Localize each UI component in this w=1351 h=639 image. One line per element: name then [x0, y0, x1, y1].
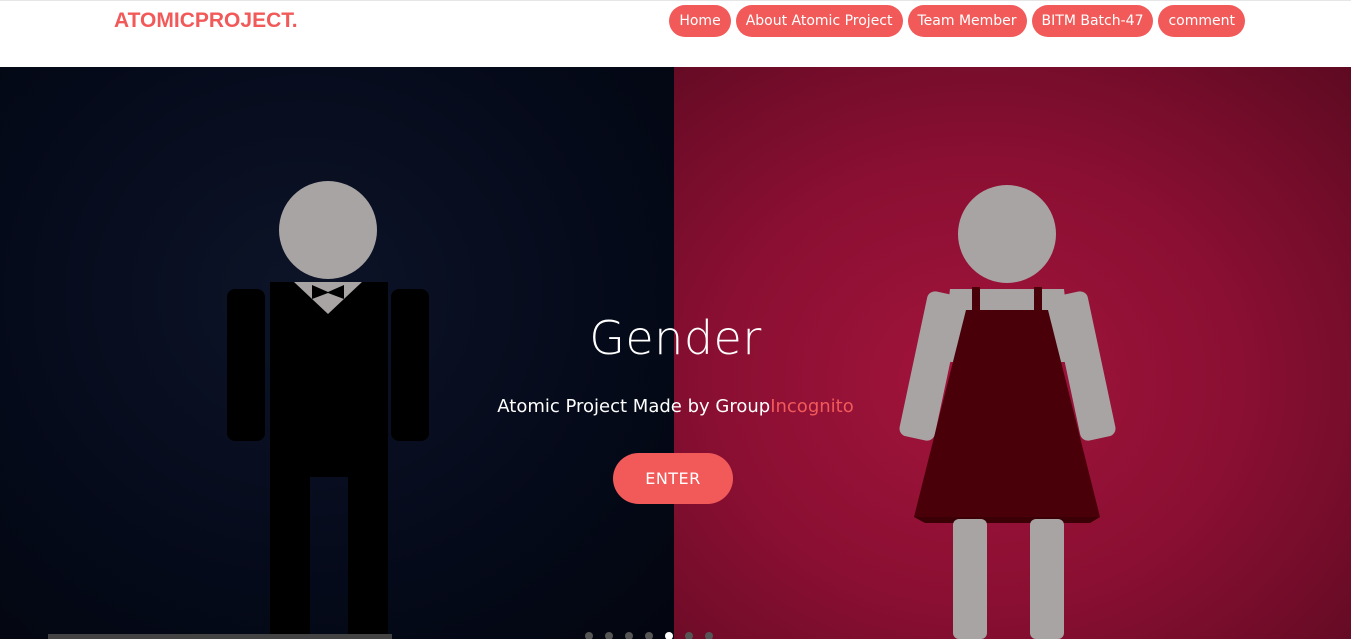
hero-subtitle: Atomic Project Made by GroupIncognito — [0, 396, 1351, 417]
nav-comment-button[interactable]: comment — [1158, 5, 1245, 37]
hero-title: Gender — [589, 311, 762, 365]
top-navbar: ATOMICPROJECT. Home About Atomic Project… — [0, 0, 1351, 67]
brand-logo[interactable]: ATOMICPROJECT. — [114, 9, 298, 33]
slider-pagination — [585, 632, 713, 639]
main-nav: Home About Atomic Project Team Member BI… — [669, 5, 1245, 37]
nav-about-button[interactable]: About Atomic Project — [735, 5, 903, 37]
hero-subtitle-text: Atomic Project Made by Group — [497, 396, 771, 417]
enter-button[interactable]: ENTER — [613, 453, 733, 504]
slide-dot-1[interactable] — [585, 632, 593, 639]
slide-dot-4[interactable] — [645, 632, 653, 639]
slide-dot-3[interactable] — [625, 632, 633, 639]
hero-subtitle-group-name: Incognito — [770, 396, 854, 417]
hero-content: Gender Atomic Project Made by GroupIncog… — [0, 67, 1351, 639]
slide-dot-5[interactable] — [665, 632, 673, 639]
nav-team-member-button[interactable]: Team Member — [907, 5, 1027, 37]
slider-progress-bar — [48, 634, 392, 639]
slide-dot-6[interactable] — [685, 632, 693, 639]
slide-dot-2[interactable] — [605, 632, 613, 639]
nav-batch-button[interactable]: BITM Batch-47 — [1031, 5, 1154, 37]
slide-dot-7[interactable] — [705, 632, 713, 639]
nav-home-button[interactable]: Home — [669, 5, 731, 37]
hero-slider: Gender Atomic Project Made by GroupIncog… — [0, 67, 1351, 639]
